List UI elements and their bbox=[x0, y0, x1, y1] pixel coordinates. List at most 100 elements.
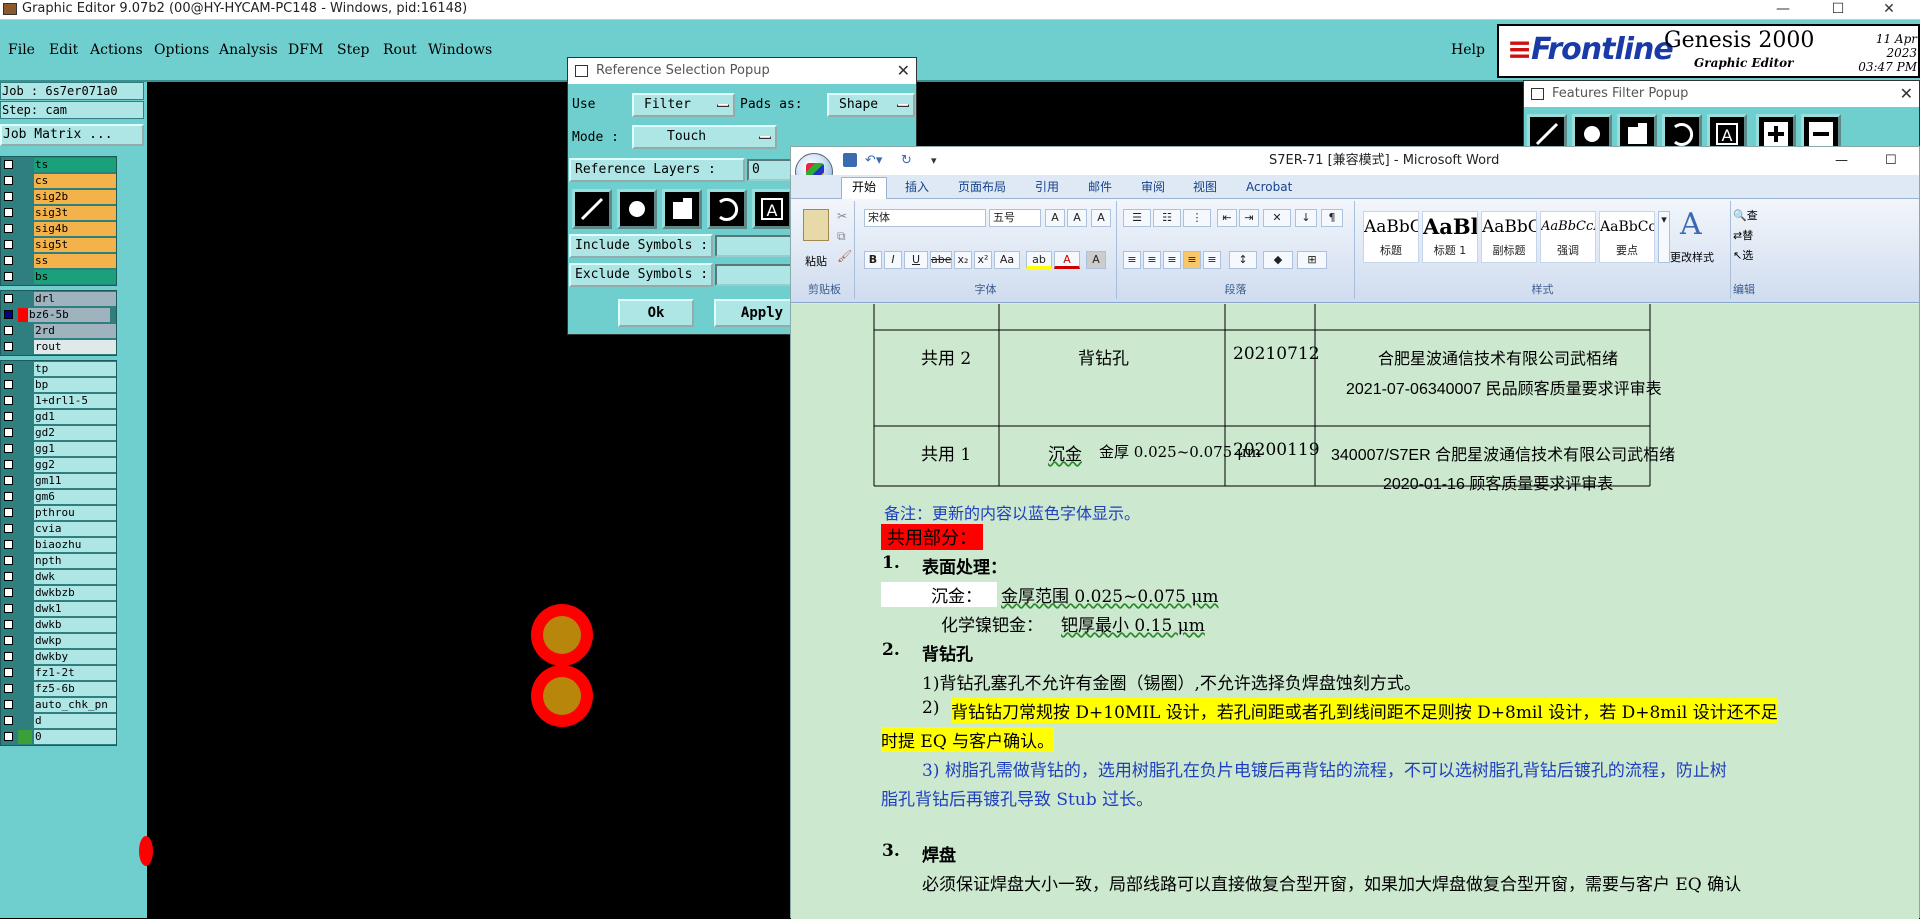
tab-references[interactable]: 引用 bbox=[1035, 178, 1059, 196]
menu-actions[interactable]: Actions bbox=[90, 42, 143, 58]
align-center-button[interactable]: ≡ bbox=[1143, 251, 1161, 269]
line-filter-button[interactable] bbox=[572, 189, 612, 229]
save-icon[interactable] bbox=[843, 153, 857, 167]
layer-row-gm6[interactable]: gm6 bbox=[1, 489, 116, 505]
subscript-button[interactable]: x₂ bbox=[954, 251, 972, 269]
menu-file[interactable]: File bbox=[8, 42, 35, 58]
mode-option[interactable]: Touch bbox=[632, 125, 777, 149]
layer-row-gd1[interactable]: gd1 bbox=[1, 409, 116, 425]
paste-icon[interactable] bbox=[803, 209, 829, 241]
layer-name[interactable]: ts bbox=[34, 158, 116, 172]
layer-name[interactable]: sig2b bbox=[34, 190, 116, 204]
layer-name[interactable]: bs bbox=[34, 270, 116, 284]
font-color-button[interactable]: A bbox=[1054, 251, 1080, 269]
tab-review[interactable]: 审阅 bbox=[1141, 178, 1165, 196]
close-icon[interactable]: ✕ bbox=[897, 58, 910, 84]
style-strong[interactable]: AaBbCcD要点 bbox=[1599, 211, 1655, 263]
pad-partial[interactable] bbox=[139, 836, 153, 866]
layer-checkbox[interactable] bbox=[4, 460, 13, 469]
layer-name[interactable]: gd1 bbox=[34, 410, 116, 424]
layer-name[interactable]: gg2 bbox=[34, 458, 116, 472]
layer-name[interactable]: npth bbox=[34, 554, 116, 568]
italic-button[interactable]: I bbox=[884, 251, 902, 269]
chinese-layout-button[interactable]: ✕ bbox=[1263, 209, 1291, 227]
layer-row-gg1[interactable]: gg1 bbox=[1, 441, 116, 457]
layer-checkbox[interactable] bbox=[4, 620, 13, 629]
layer-checkbox[interactable] bbox=[4, 342, 13, 351]
layer-checkbox[interactable] bbox=[4, 224, 13, 233]
layer-row-sig3t[interactable]: sig3t bbox=[1, 205, 116, 221]
document-page[interactable]: 共用 2 背钻孔 20210712 合肥星波通信技术有限公司武栢绪 2021-0… bbox=[791, 304, 1919, 919]
font-size-combo[interactable]: 五号 bbox=[989, 209, 1041, 227]
pads-as-option[interactable]: Shape bbox=[827, 93, 915, 117]
layer-row-rout[interactable]: rout bbox=[1, 339, 116, 355]
layer-name[interactable]: tp bbox=[34, 362, 116, 376]
layer-name[interactable]: dwk1 bbox=[34, 602, 116, 616]
layer-row-dwk1[interactable]: dwk1 bbox=[1, 601, 116, 617]
layer-checkbox[interactable] bbox=[4, 492, 13, 501]
layer-checkbox[interactable] bbox=[4, 428, 13, 437]
replace-button[interactable]: ⇄替 bbox=[1733, 227, 1753, 243]
arc-filter-button[interactable] bbox=[707, 189, 747, 229]
layer-name[interactable]: dwk bbox=[34, 570, 116, 584]
layer-row-ts[interactable]: ts bbox=[1, 157, 116, 173]
layer-row-dwk[interactable]: dwk bbox=[1, 569, 116, 585]
layer-row-dwkby[interactable]: dwkby bbox=[1, 649, 116, 665]
close-button[interactable]: ✕ bbox=[1866, 0, 1912, 20]
layer-checkbox[interactable] bbox=[4, 444, 13, 453]
layer-checkbox[interactable] bbox=[4, 272, 13, 281]
layer-name[interactable]: biaozhu bbox=[34, 538, 116, 552]
layer-row-bp[interactable]: bp bbox=[1, 377, 116, 393]
line-spacing-button[interactable]: ↕ bbox=[1229, 251, 1257, 269]
layer-row-drl[interactable]: drl bbox=[1, 291, 116, 307]
styles-scroll[interactable]: ▾ bbox=[1658, 211, 1670, 263]
layer-checkbox[interactable] bbox=[4, 294, 13, 303]
layer-name[interactable]: dwkp bbox=[34, 634, 116, 648]
layer-name[interactable]: cvia bbox=[34, 522, 116, 536]
layer-name[interactable]: dwkbzb bbox=[34, 586, 116, 600]
text-filter-button[interactable]: A bbox=[752, 189, 792, 229]
job-matrix-button[interactable]: Job Matrix ... bbox=[0, 124, 144, 146]
justify-button[interactable]: ≡ bbox=[1183, 251, 1201, 269]
layer-row-npth[interactable]: npth bbox=[1, 553, 116, 569]
layer-checkbox[interactable] bbox=[4, 556, 13, 565]
layer-checkbox[interactable] bbox=[4, 716, 13, 725]
char-shading-button[interactable]: A bbox=[1086, 251, 1106, 269]
align-left-button[interactable]: ≡ bbox=[1123, 251, 1141, 269]
layer-checkbox[interactable] bbox=[4, 256, 13, 265]
bold-button[interactable]: B bbox=[864, 251, 882, 269]
pad-filter-button[interactable] bbox=[617, 189, 657, 229]
layer-name[interactable]: dwkby bbox=[34, 650, 116, 664]
find-button[interactable]: 🔍查 bbox=[1733, 207, 1758, 223]
layer-checkbox[interactable] bbox=[4, 208, 13, 217]
increase-indent-button[interactable]: ⇥ bbox=[1239, 209, 1259, 227]
layer-row-biaozhu[interactable]: biaozhu bbox=[1, 537, 116, 553]
show-marks-button[interactable]: ¶ bbox=[1321, 209, 1343, 227]
layer-name[interactable]: dwkb bbox=[34, 618, 116, 632]
layer-name[interactable]: sig3t bbox=[34, 206, 116, 220]
layer-checkbox[interactable] bbox=[4, 192, 13, 201]
layer-row-sig5t[interactable]: sig5t bbox=[1, 237, 116, 253]
grow-font-button[interactable]: A bbox=[1045, 209, 1065, 227]
layer-name[interactable]: gm6 bbox=[34, 490, 116, 504]
layer-name[interactable]: rout bbox=[34, 340, 116, 354]
layer-checkbox[interactable] bbox=[4, 588, 13, 597]
menu-edit[interactable]: Edit bbox=[49, 42, 78, 58]
menu-help[interactable]: Help bbox=[1451, 42, 1485, 58]
layer-checkbox[interactable] bbox=[4, 684, 13, 693]
highlight-button[interactable]: ab bbox=[1026, 251, 1052, 269]
underline-button[interactable]: U bbox=[904, 251, 928, 269]
layer-row-sig2b[interactable]: sig2b bbox=[1, 189, 116, 205]
change-styles-icon[interactable]: A bbox=[1680, 207, 1702, 242]
align-right-button[interactable]: ≡ bbox=[1163, 251, 1181, 269]
layer-name[interactable]: cs bbox=[34, 174, 116, 188]
strikethrough-button[interactable]: abe bbox=[930, 251, 952, 269]
layer-row-2rd[interactable]: 2rd bbox=[1, 323, 116, 339]
layer-checkbox[interactable] bbox=[4, 508, 13, 517]
layer-checkbox[interactable] bbox=[4, 412, 13, 421]
minimize-button[interactable]: — bbox=[1760, 0, 1806, 20]
layer-name[interactable]: d bbox=[34, 714, 116, 728]
layer-row-dwkp[interactable]: dwkp bbox=[1, 633, 116, 649]
sort-button[interactable]: ↓ bbox=[1295, 209, 1317, 227]
layer-name[interactable]: 1+drl1-5 bbox=[34, 394, 116, 408]
